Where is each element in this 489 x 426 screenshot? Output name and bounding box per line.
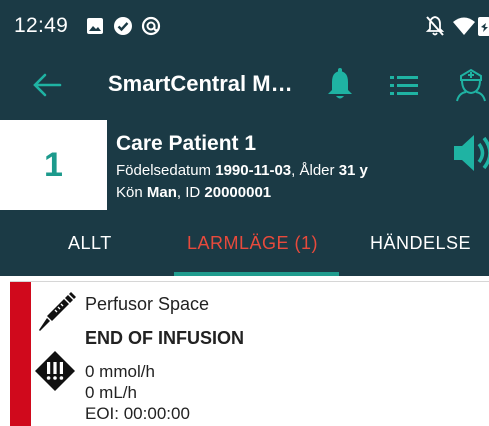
bell-icon[interactable]: [326, 68, 354, 102]
reading-eoi: EOI: 00:00:00: [85, 404, 190, 423]
patient-header: 1 Care Patient 1 Födelsedatum 1990-11-03…: [0, 118, 489, 210]
back-arrow-icon[interactable]: [30, 70, 64, 100]
alarm-title: END OF INFUSION: [85, 328, 245, 348]
wifi-icon: [452, 15, 476, 37]
age-value: 31 y: [338, 162, 368, 179]
reading-rate: 0 mL/h: [85, 383, 137, 402]
list-icon[interactable]: [390, 68, 418, 102]
app-toolbar: SmartCentral M…: [0, 52, 489, 118]
sex-value: Man: [146, 184, 177, 201]
tab-all[interactable]: ALLT: [68, 210, 112, 276]
age-label: Ålder: [299, 162, 335, 179]
check-circle-icon: [113, 15, 133, 37]
sex-label: Kön: [116, 184, 143, 201]
tab-bar: ALLT LARMLÄGE (1) HÄNDELSE: [0, 210, 489, 276]
alarm-card[interactable]: Perfusor Space END OF INFUSION 0 mmol/h …: [10, 281, 489, 426]
tab-events[interactable]: HÄNDELSE: [370, 210, 471, 276]
app-title: SmartCentral M…: [108, 71, 293, 96]
id-label: ID: [185, 184, 201, 201]
bed-number: 1: [0, 120, 107, 210]
dob-value: 1990-11-03: [215, 162, 292, 179]
nurse-icon[interactable]: [455, 68, 487, 102]
status-bar: 12:49: [0, 0, 489, 52]
patient-name: Care Patient 1: [116, 132, 257, 155]
at-sign-icon: [141, 15, 161, 37]
reading-concentration: 0 mmol/h: [85, 362, 155, 381]
patient-id-line: Kön Man, ID 20000001: [116, 184, 272, 201]
image-icon: [86, 15, 104, 37]
patient-dob-line: Födelsedatum 1990-11-03, Ålder 31 y: [116, 162, 368, 179]
warning-icon: [34, 350, 76, 392]
status-time: 12:49: [14, 14, 69, 37]
dob-label: Födelsedatum: [116, 162, 212, 179]
speaker-icon[interactable]: [452, 132, 489, 174]
id-value: 20000001: [204, 184, 272, 201]
device-name: Perfusor Space: [85, 294, 210, 314]
active-tab-indicator: [174, 272, 339, 276]
alarm-severity-bar: [10, 282, 31, 426]
notifications-off-icon: [425, 15, 445, 37]
tab-alarm-state[interactable]: LARMLÄGE (1): [187, 210, 318, 276]
syringe-icon: [38, 290, 78, 332]
battery-icon: [477, 15, 489, 37]
